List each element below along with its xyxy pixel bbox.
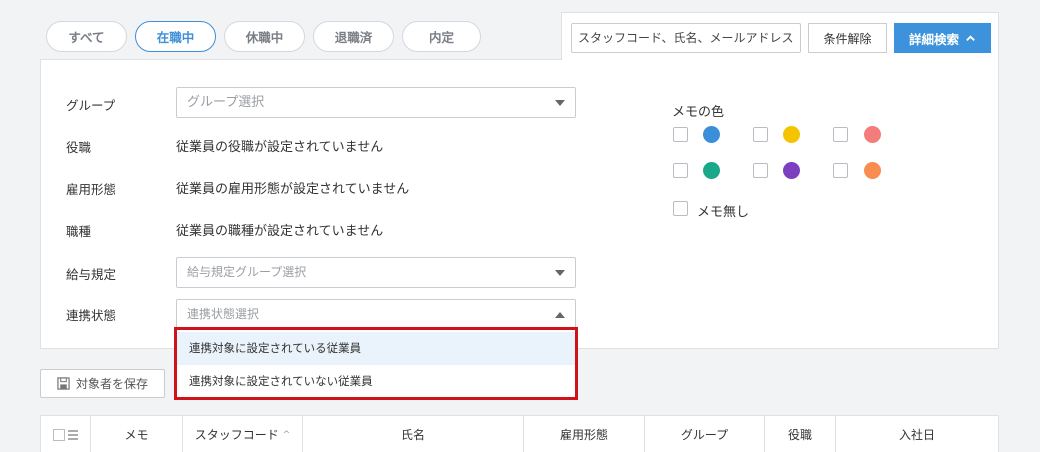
- link-status-dropdown: 連携対象に設定されている従業員 連携対象に設定されていない従業員: [174, 327, 578, 400]
- column-name[interactable]: 氏名: [303, 416, 524, 452]
- column-name-label: 氏名: [400, 428, 425, 442]
- caret-down-icon: [555, 270, 565, 276]
- tab-offer[interactable]: 内定: [402, 21, 481, 52]
- select-all-checkbox-icon[interactable]: [52, 428, 79, 441]
- memo-none-checkbox[interactable]: [673, 201, 688, 216]
- employee-table-header: メモ スタッフコード ^ 氏名 雇用形態 グループ 役職 入社日: [40, 415, 999, 452]
- caret-down-icon: [555, 100, 565, 106]
- column-memo-label: メモ: [124, 428, 149, 442]
- column-employment-type-label: 雇用形態: [559, 428, 608, 442]
- group-select-placeholder: グループ選択: [187, 95, 265, 110]
- memo-dot-blue: [703, 126, 720, 143]
- save-targets-label: 対象者を保存: [75, 377, 148, 391]
- salary-rule-placeholder: 給与規定グループ選択: [187, 265, 307, 279]
- sort-icon: ^: [282, 429, 291, 440]
- column-hire-date[interactable]: 入社日: [836, 416, 998, 452]
- memo-dot-green: [703, 162, 720, 179]
- detail-search-label: 詳細検索: [908, 31, 959, 47]
- tab-all[interactable]: すべて: [46, 21, 127, 52]
- save-targets-button[interactable]: 対象者を保存: [40, 369, 165, 398]
- group-select[interactable]: グループ選択: [176, 87, 576, 118]
- employment-type-text: 従業員の雇用形態が設定されていません: [176, 182, 410, 197]
- group-label: グループ: [66, 98, 116, 113]
- job-type-text: 従業員の職種が設定されていません: [176, 224, 384, 239]
- search-bar: 条件解除 詳細検索: [561, 12, 999, 60]
- memo-color-checkbox-blue[interactable]: [673, 127, 688, 142]
- column-hire-date-label: 入社日: [898, 428, 935, 442]
- save-icon: [57, 377, 70, 390]
- status-tabs: すべて 在職中 休職中 退職済 内定: [46, 21, 481, 52]
- column-position[interactable]: 役職: [765, 416, 836, 452]
- tab-retired[interactable]: 退職済: [313, 21, 394, 52]
- memo-color-checkbox-purple[interactable]: [753, 163, 768, 178]
- job-type-label: 職種: [66, 224, 92, 239]
- memo-dot-red: [864, 126, 881, 143]
- column-staff-code[interactable]: スタッフコード ^: [183, 416, 303, 452]
- memo-dot-orange: [864, 162, 881, 179]
- link-status-label: 連携状態: [66, 308, 117, 323]
- position-text: 従業員の役職が設定されていません: [176, 140, 384, 155]
- memo-color-checkbox-red[interactable]: [833, 127, 848, 142]
- detail-search-button[interactable]: 詳細検索: [894, 23, 991, 53]
- tab-on-leave[interactable]: 休職中: [224, 21, 305, 52]
- link-status-option-not-linked[interactable]: 連携対象に設定されていない従業員: [177, 365, 575, 398]
- salary-rule-label: 給与規定: [66, 267, 117, 282]
- column-position-label: 役職: [787, 428, 812, 442]
- memo-color-checkbox-green[interactable]: [673, 163, 688, 178]
- salary-rule-select[interactable]: 給与規定グループ選択: [176, 257, 576, 288]
- column-staff-code-label: スタッフコード: [194, 428, 279, 442]
- chevron-up-icon: [966, 34, 975, 41]
- column-employment-type[interactable]: 雇用形態: [524, 416, 645, 452]
- link-status-option-linked[interactable]: 連携対象に設定されている従業員: [177, 332, 575, 365]
- employment-type-label: 雇用形態: [66, 182, 117, 197]
- memo-color-checkbox-yellow[interactable]: [753, 127, 768, 142]
- column-memo[interactable]: メモ: [91, 416, 183, 452]
- column-group[interactable]: グループ: [645, 416, 765, 452]
- memo-dot-yellow: [783, 126, 800, 143]
- position-label: 役職: [66, 140, 92, 155]
- memo-none-label: メモ無し: [697, 205, 750, 220]
- clear-conditions-button[interactable]: 条件解除: [808, 23, 887, 53]
- column-group-label: グループ: [680, 428, 729, 442]
- link-status-select[interactable]: 連携状態選択: [176, 299, 576, 330]
- link-status-placeholder: 連携状態選択: [187, 307, 260, 321]
- caret-up-icon: [555, 312, 565, 318]
- memo-color-title: メモの色: [672, 105, 725, 120]
- memo-dot-purple: [783, 162, 800, 179]
- panel-divider: [40, 59, 562, 60]
- tab-employed[interactable]: 在職中: [135, 21, 216, 52]
- memo-color-checkbox-orange[interactable]: [833, 163, 848, 178]
- select-all-header: [41, 416, 91, 452]
- search-input[interactable]: [571, 23, 801, 53]
